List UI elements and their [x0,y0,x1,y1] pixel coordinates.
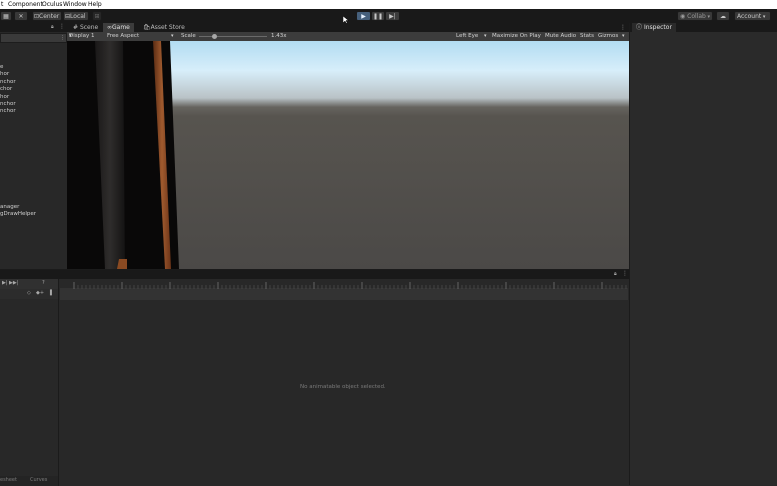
hierarchy-item[interactable]: nchor [0,108,16,115]
display-dropdown[interactable]: Display 1 ▾ [69,32,95,41]
hierarchy-panel: 🔒︎ ⋮ ⋮ e hor nchor chor hor nchor nchor … [0,23,67,269]
scale-slider-handle[interactable] [212,34,217,39]
step-button[interactable]: ▶| [385,11,400,21]
pivot-local-button[interactable]: ⊟Local [63,11,89,21]
hierarchy-item[interactable]: nchor [0,79,16,86]
hierarchy-item[interactable]: e [0,64,3,71]
collab-label: Collab [687,13,706,20]
tab-scene-label: Scene [79,24,99,31]
next-key-icon[interactable]: ▶▶| [9,280,18,286]
main-toolbar: ▦ ✕ ⊡Center ⊟Local ⊞ ▶ ❚❚ ▶| ◉ Collab ▾ … [0,9,777,25]
game-view-controls: Display 1 ▾ Free Aspect ▾ Scale 1.43x Le… [67,32,629,41]
store-icon: 🛍︎ [143,24,151,31]
mute-audio-toggle[interactable]: Mute Audio [545,32,576,41]
menu-bar: t Component Oculus Window Help [0,0,777,9]
menu-icon[interactable]: ⋮ [59,23,65,30]
menu-item-oculus[interactable]: Oculus [42,0,62,9]
scale-value: 1.43x [271,33,287,39]
tab-game[interactable]: ∞Game [103,23,134,32]
gizmos-toggle[interactable]: Gizmos [598,32,618,41]
menu-item-component[interactable]: Component [8,0,43,9]
hierarchy-tabbar: 🔒︎ ⋮ [0,23,67,32]
tab-inspector-label: Inspector [643,24,672,31]
game-menu-icon[interactable]: ⋮ [620,24,626,31]
animation-playback-controls: ▶| ▶▶| ? [0,279,58,289]
tab-scene[interactable]: # Scene [69,23,102,32]
animation-clip-row: ◇ ◆+ ▌ [0,289,58,299]
chevron-down-icon[interactable]: ▾ [484,32,487,41]
search-options-icon: ⋮ [60,35,65,41]
stats-toggle[interactable]: Stats [580,32,594,41]
animation-tabbar: 🔒︎ ⋮ [0,270,629,279]
tab-dopesheet[interactable]: esheet [0,477,17,483]
inspector-panel: ⓘ Inspector [629,23,777,485]
hierarchy-search-input[interactable]: ⋮ [0,33,67,43]
chevron-down-icon[interactable]: ▾ [622,32,625,41]
hierarchy-item[interactable]: nchor [0,101,16,108]
account-label: Account [737,13,762,20]
chevron-down-icon[interactable]: ▾ [171,32,174,41]
scale-slider-track[interactable] [199,36,267,37]
event-track[interactable] [60,290,628,300]
tools-icon: ✕ [18,13,24,20]
grid-icon: ▦ [3,13,9,20]
pause-button[interactable]: ❚❚ [371,11,385,21]
collab-icon: ◉ [680,13,686,20]
eye-label: Left Eye [456,33,479,39]
timeline-ruler[interactable] [60,281,628,290]
hierarchy-item[interactable]: gDrawHelper [0,211,36,218]
divider [58,279,59,486]
diamond-icon[interactable]: ◇ [27,290,31,296]
inspector-tabbar: ⓘ Inspector [630,23,777,32]
custom-tool-button[interactable]: ✕ [14,11,28,21]
pivot-local-label: Local [70,13,86,20]
animation-panel: 🔒︎ ⋮ ▶| ▶▶| ? ◇ ◆+ ▌ No animatable objec… [0,269,629,486]
tab-asset-store[interactable]: 🛍︎Asset Store [139,23,189,32]
game-view-tabbar: # Scene ∞Game 🛍︎Asset Store ⋮ [67,23,629,32]
step-icon: ▶| [389,13,396,20]
tab-curves[interactable]: Curves [30,477,47,483]
tab-asset-store-label: Asset Store [150,24,185,31]
menu-item-edit[interactable]: t [1,0,3,9]
lock-icon[interactable]: 🔒︎ [614,271,617,277]
play-button[interactable]: ▶ [356,11,371,21]
pivot-center-button[interactable]: ⊡Center [32,11,62,21]
aspect-label: Free Aspect [107,33,140,39]
previous-key-icon[interactable]: ▶| [2,280,8,286]
scene-render [67,41,629,269]
hierarchy-item[interactable]: hor [0,94,9,101]
tab-game-label: Game [112,24,130,31]
play-icon: ▶ [361,13,366,20]
snap-icon: ⊞ [94,13,100,20]
scene-icon: # [73,24,79,31]
add-event-icon[interactable]: ▌ [50,290,54,296]
snap-button[interactable]: ⊞ [92,11,102,21]
game-viewport[interactable] [67,41,629,269]
display-label: Display 1 [69,33,95,39]
pivot-center-label: Center [39,13,60,20]
maximize-on-play-toggle[interactable]: Maximize On Play [492,32,541,41]
pause-icon: ❚❚ [372,13,384,20]
lock-icon[interactable]: 🔒︎ [51,24,54,30]
add-key-icon[interactable]: ◆+ [36,290,44,296]
info-icon: ⓘ [636,24,643,31]
hierarchy-item[interactable]: chor [0,86,12,93]
hierarchy-item[interactable]: hor [0,71,9,78]
hierarchy-item[interactable]: anager [0,204,19,211]
cloud-icon: ☁ [720,13,726,20]
collab-button[interactable]: ◉ Collab ▾ [677,11,713,21]
tab-inspector[interactable]: ⓘ Inspector [632,23,676,32]
empty-state-message: No animatable object selected. [300,384,386,390]
menu-icon[interactable]: ⋮ [622,270,628,277]
scale-label: Scale [181,33,196,39]
frame-field[interactable]: ? [42,280,45,286]
menu-item-window[interactable]: Window [63,0,87,9]
cloud-button[interactable]: ☁ [716,11,730,21]
rect-tool-button[interactable]: ▦ [0,11,12,21]
account-button[interactable]: Account ▾ [734,11,771,21]
menu-item-help[interactable]: Help [88,0,102,9]
